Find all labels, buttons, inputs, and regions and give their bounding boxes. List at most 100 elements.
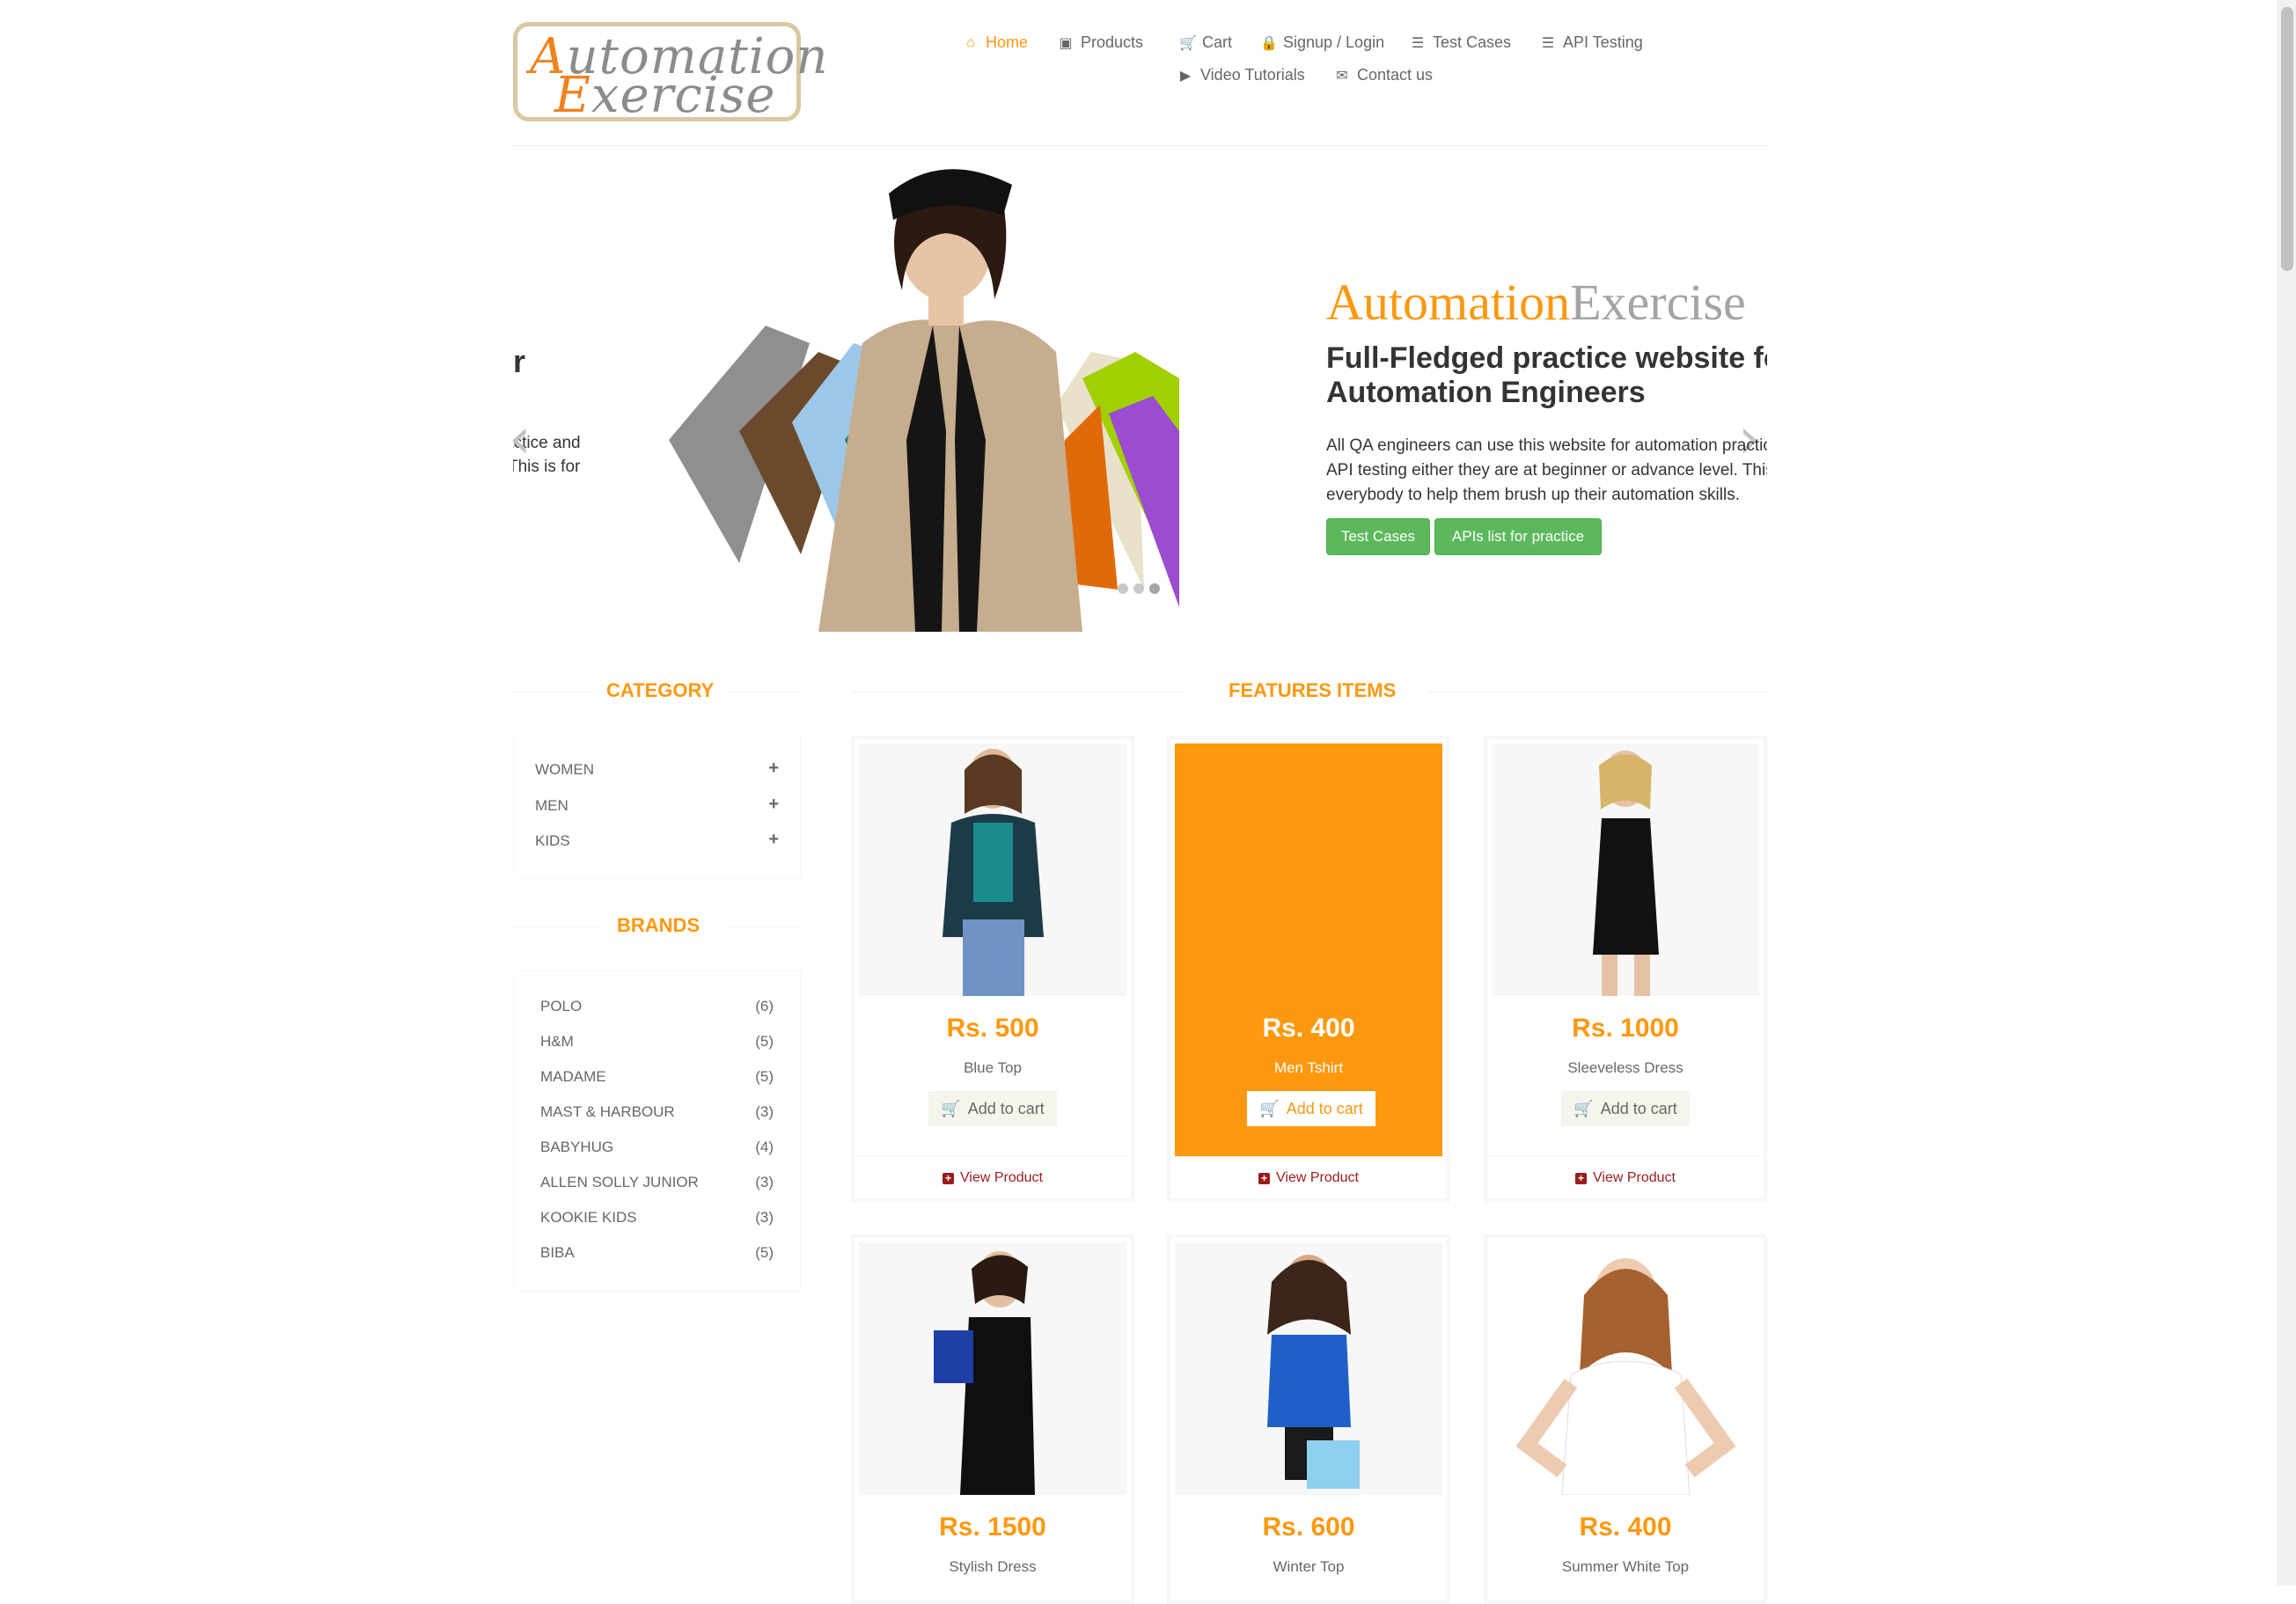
view-product-label: View Product xyxy=(960,1170,1043,1185)
category-men[interactable]: MEN + xyxy=(535,795,779,815)
product-name: Stylish Dress xyxy=(949,1558,1037,1575)
logo-line-2: Exercise xyxy=(554,67,776,124)
brand-count: (3) xyxy=(755,1103,774,1120)
slider-brand-title: AutomationExercise xyxy=(1326,273,1746,332)
category-women[interactable]: WOMEN + xyxy=(535,759,779,779)
card-divider xyxy=(1487,1156,1764,1157)
nav-cart[interactable]: 🛒 Cart xyxy=(1179,33,1232,52)
product-card: Rs. 1500 Stylish Dress xyxy=(851,1234,1134,1604)
nav-products[interactable]: ▣ Products xyxy=(1058,33,1143,52)
plus-square-icon: + xyxy=(1575,1172,1587,1184)
brand-title-exercise: Exercise xyxy=(1570,274,1746,331)
nav-contact-us[interactable]: ✉ Contact us xyxy=(1334,66,1433,84)
category-kids[interactable]: KIDS + xyxy=(535,831,779,850)
plus-icon[interactable]: + xyxy=(768,759,779,779)
nav-home[interactable]: ⌂ Home xyxy=(963,33,1028,52)
nav-video-tutorials[interactable]: ▶ Video Tutorials xyxy=(1177,66,1305,84)
view-product-link[interactable]: + View Product xyxy=(1487,1170,1764,1186)
product-price: Rs. 500 xyxy=(946,1014,1039,1043)
nav-api-testing[interactable]: ☰ API Testing xyxy=(1540,33,1643,52)
cart-icon: 🛒 xyxy=(1259,1099,1280,1117)
category-title: CATEGORY xyxy=(606,679,715,701)
scrollbar-thumb[interactable] xyxy=(2281,7,2293,271)
nav-test-cases[interactable]: ☰ Test Cases xyxy=(1410,33,1511,52)
plus-icon[interactable]: + xyxy=(768,831,779,850)
product-image-sleeveless-dress xyxy=(1492,743,1759,996)
brand-count: (3) xyxy=(755,1174,774,1190)
cart-icon: 🛒 xyxy=(941,1099,961,1117)
slider-prev-arrow[interactable]: ‹ xyxy=(509,406,532,472)
card-divider xyxy=(855,1156,1131,1157)
brand-count: (5) xyxy=(755,1068,774,1085)
view-product-label: View Product xyxy=(1276,1170,1359,1185)
cart-icon: 🛒 xyxy=(1179,35,1197,51)
brand-allen-solly-junior[interactable]: ALLEN SOLLY JUNIOR (3) xyxy=(540,1174,774,1191)
brand-biba[interactable]: BIBA (5) xyxy=(540,1244,774,1262)
slider-desc-line-3: everybody to help them brush up their au… xyxy=(1326,486,1740,504)
brand-hm[interactable]: H&M (5) xyxy=(540,1033,774,1051)
slider-dot-3[interactable] xyxy=(1149,583,1160,594)
product-name: Winter Top xyxy=(1273,1558,1345,1575)
apis-list-button[interactable]: APIs list for practice xyxy=(1434,518,1602,555)
brand-name: BIBA xyxy=(540,1244,575,1261)
page-scrollbar[interactable] xyxy=(2278,0,2296,1586)
product-card: Rs. 1000 Sleeveless Dress 🛒 Add to cart +… xyxy=(1484,736,1767,1202)
slider-desc-line-2: API testing either they are at beginner … xyxy=(1326,461,1767,480)
brand-name: POLO xyxy=(540,998,583,1014)
brand-name: MAST & HARBOUR xyxy=(540,1103,675,1120)
add-to-cart-label: Add to cart xyxy=(1286,1099,1363,1117)
product-price: Rs. 400 xyxy=(1579,1512,1672,1542)
brand-kookie-kids[interactable]: KOOKIE KIDS (3) xyxy=(540,1209,774,1227)
product-image-summer-white-top xyxy=(1492,1242,1759,1495)
nav-products-label: Products xyxy=(1081,33,1144,51)
slider-dot-2[interactable] xyxy=(1133,583,1144,594)
product-image-winter-top xyxy=(1175,1242,1442,1495)
plus-square-icon: + xyxy=(1258,1172,1270,1184)
view-product-link[interactable]: + View Product xyxy=(1170,1170,1447,1186)
product-name: Sleeveless Dress xyxy=(1567,1059,1683,1076)
card-divider xyxy=(1170,1156,1447,1157)
category-kids-label: KIDS xyxy=(535,832,570,849)
site-logo[interactable]: Automation Exercise xyxy=(513,22,827,124)
slider-heading: Full-Fledged practice website for Automa… xyxy=(1326,341,1767,410)
brand-name: MADAME xyxy=(540,1068,606,1085)
category-women-label: WOMEN xyxy=(535,761,595,778)
slider-caption: AutomationExercise Full-Fledged practice… xyxy=(1326,273,1767,572)
header-divider xyxy=(513,145,1767,146)
slider-description: All QA engineers can use this website fo… xyxy=(1326,434,1767,508)
brand-polo[interactable]: POLO (6) xyxy=(540,998,774,1015)
nav-cart-label: Cart xyxy=(1202,33,1233,51)
brand-name: H&M xyxy=(540,1033,574,1050)
view-product-label: View Product xyxy=(1593,1170,1676,1185)
nav-signup-label: Signup / Login xyxy=(1283,33,1385,51)
youtube-play-icon: ▶ xyxy=(1179,68,1192,84)
product-hover-overlay: Rs. 400 Men Tshirt 🛒 Add to cart xyxy=(1175,743,1442,1156)
add-to-cart-button[interactable]: 🛒 Add to cart xyxy=(928,1091,1057,1126)
list-icon: ☰ xyxy=(1411,35,1425,51)
test-cases-button[interactable]: Test Cases xyxy=(1326,518,1430,555)
add-to-cart-button[interactable]: 🛒 Add to cart xyxy=(1247,1091,1375,1126)
brand-madame[interactable]: MADAME (5) xyxy=(540,1068,774,1086)
product-image-stylish-dress xyxy=(859,1242,1126,1495)
brand-count: (4) xyxy=(755,1139,774,1155)
category-panel: WOMEN + MEN + KIDS + xyxy=(513,736,801,879)
product-name: Men Tshirt xyxy=(1273,1059,1344,1076)
cart-icon: 🛒 xyxy=(1573,1099,1594,1117)
category-men-label: MEN xyxy=(535,797,568,814)
brand-count: (5) xyxy=(755,1033,774,1050)
view-product-link[interactable]: + View Product xyxy=(855,1170,1131,1186)
product-price: Rs. 600 xyxy=(1262,1512,1355,1542)
nav-video-label: Video Tutorials xyxy=(1200,66,1305,84)
slider-dot-1[interactable] xyxy=(1118,583,1128,594)
product-price: Rs. 1000 xyxy=(1572,1014,1679,1043)
product-name: Blue Top xyxy=(964,1059,1022,1076)
slider-heading-line-1: Full-Fledged practice website for xyxy=(1326,341,1767,375)
logo-text-exercise: xercise xyxy=(591,67,776,124)
add-to-cart-button[interactable]: 🛒 Add to cart xyxy=(1561,1091,1690,1126)
brand-title-automation: Automation xyxy=(1326,274,1571,331)
brand-babyhug[interactable]: BABYHUG (4) xyxy=(540,1139,774,1156)
nav-contact-label: Contact us xyxy=(1357,66,1434,84)
brand-mast-harbour[interactable]: MAST & HARBOUR (3) xyxy=(540,1103,774,1121)
nav-signup-login[interactable]: 🔒 Signup / Login xyxy=(1260,33,1384,52)
plus-icon[interactable]: + xyxy=(768,795,779,815)
